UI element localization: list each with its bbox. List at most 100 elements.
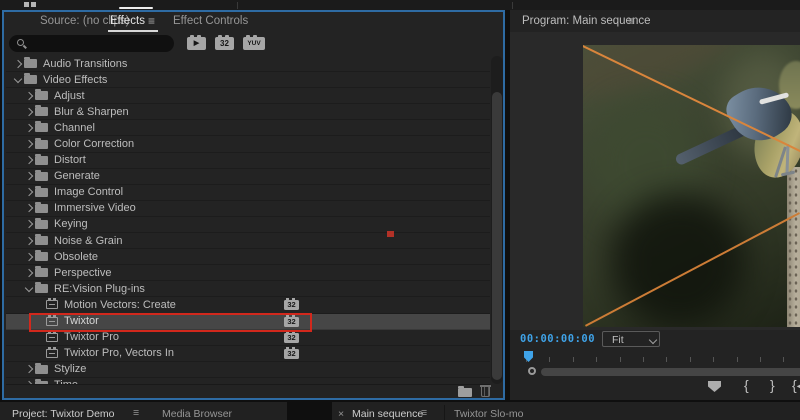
tree-folder-blur-sharpen[interactable]: Blur & Sharpen — [6, 104, 490, 120]
32-bit-color-filter-button[interactable]: 32 — [215, 37, 234, 50]
new-custom-bin-icon[interactable] — [458, 388, 472, 397]
tree-folder-channel[interactable]: Channel — [6, 120, 490, 136]
tree-folder-re-vision-plug-ins[interactable]: RE:Vision Plug-ins — [6, 281, 490, 297]
chevron-right-icon[interactable] — [23, 171, 35, 181]
ruler-tick — [643, 357, 644, 362]
chevron-down-icon[interactable] — [12, 75, 24, 85]
annotation-highlight-box — [29, 313, 312, 332]
time-ruler[interactable] — [510, 350, 800, 364]
tree-folder-perspective[interactable]: Perspective — [6, 265, 490, 281]
tree-folder-audio-transitions[interactable]: Audio Transitions — [6, 56, 490, 72]
tree-folder-obsolete[interactable]: Obsolete — [6, 249, 490, 265]
32-bit-badge-icon: 32 — [284, 333, 299, 343]
tree-effect-twixtor-pro[interactable]: Twixtor Pro32 — [6, 330, 490, 346]
project-panel-header: Project: Twixtor Demo ≡ Media Browser — [0, 402, 287, 420]
tree-folder-distort[interactable]: Distort — [6, 153, 490, 169]
delete-custom-item-icon[interactable] — [481, 387, 490, 397]
accelerated-effects-filter-button[interactable]: ▶ — [187, 37, 206, 50]
tab-media-browser[interactable]: Media Browser — [162, 408, 232, 420]
effect-icon — [46, 349, 58, 358]
panel-menu-icon[interactable]: ≡ — [133, 407, 139, 419]
folder-icon — [35, 365, 48, 374]
chevron-right-icon[interactable] — [23, 139, 35, 149]
workspace-bar — [0, 0, 800, 10]
tab-effects[interactable]: Effects — [110, 15, 145, 27]
chevron-down-icon[interactable] — [23, 284, 35, 294]
zoom-handle-icon[interactable] — [528, 367, 536, 375]
bottom-panel-bar: Project: Twixtor Demo ≡ Media Browser × … — [0, 402, 800, 420]
folder-icon — [35, 236, 48, 245]
tree-folder-video-effects[interactable]: Video Effects — [6, 72, 490, 88]
tree-folder-stylize[interactable]: Stylize — [6, 362, 490, 378]
tree-folder-keying[interactable]: Keying — [6, 217, 490, 233]
tree-effect-twixtor-pro-vectors-in[interactable]: Twixtor Pro, Vectors In 32 — [6, 346, 490, 362]
chevron-right-icon[interactable] — [23, 155, 35, 165]
chevron-right-icon[interactable] — [23, 236, 35, 246]
chevron-right-icon[interactable] — [23, 364, 35, 374]
chevron-right-icon[interactable] — [23, 203, 35, 213]
chevron-right-icon[interactable] — [23, 219, 35, 229]
folder-icon — [35, 268, 48, 277]
zoom-level-dropdown[interactable]: Fit — [602, 331, 660, 347]
tree-folder-immersive-video[interactable]: Immersive Video — [6, 201, 490, 217]
playhead-timecode[interactable]: 00:00:00:00 — [520, 333, 595, 345]
close-icon[interactable]: × — [338, 408, 344, 420]
mark-out-button[interactable]: } — [770, 377, 775, 393]
folder-icon — [35, 107, 48, 116]
video-frame — [583, 45, 800, 327]
yuv-effects-filter-button[interactable]: YUV — [243, 37, 265, 50]
folder-icon — [35, 188, 48, 197]
folder-icon — [35, 220, 48, 229]
workspace-icon — [24, 2, 29, 7]
tab-separator — [444, 405, 445, 420]
ruler-tick — [666, 357, 667, 362]
tree-effect-motion-vectors-create[interactable]: Motion Vectors: Create32 — [6, 297, 490, 313]
tab-main-sequence[interactable]: Main sequence — [352, 408, 423, 420]
folder-icon — [35, 204, 48, 213]
chevron-right-icon[interactable] — [23, 107, 35, 117]
tree-item-label: Twixtor Pro, Vectors In — [64, 347, 174, 359]
chevron-right-icon[interactable] — [23, 123, 35, 133]
folder-icon — [35, 140, 48, 149]
tree-folder-generate[interactable]: Generate — [6, 169, 490, 185]
chevron-right-icon[interactable] — [23, 91, 35, 101]
tree-folder-adjust[interactable]: Adjust — [6, 88, 490, 104]
folder-icon — [24, 75, 37, 84]
chevron-right-icon[interactable] — [12, 59, 24, 69]
tab-twixtor-slomo[interactable]: Twixtor Slo-mo — [454, 408, 523, 420]
zoom-scrollbar[interactable] — [541, 368, 800, 376]
effects-search-input[interactable] — [9, 35, 174, 52]
tree-item-label: Image Control — [54, 186, 123, 198]
scrollbar-thumb[interactable] — [492, 92, 502, 380]
panel-menu-icon[interactable]: ≡ — [421, 407, 427, 419]
tree-item-label: Adjust — [54, 90, 85, 102]
tree-folder-noise-grain[interactable]: Noise & Grain — [6, 233, 490, 249]
tree-folder-image-control[interactable]: Image Control — [6, 185, 490, 201]
32-bit-badge-icon: 32 — [284, 349, 299, 359]
effect-icon — [46, 300, 58, 309]
tab-effect-controls[interactable]: Effect Controls — [173, 15, 248, 27]
tree-item-label: Blur & Sharpen — [54, 106, 129, 118]
chevron-right-icon[interactable] — [23, 187, 35, 197]
panel-menu-icon[interactable]: ≡ — [148, 14, 155, 28]
panel-menu-icon[interactable]: ≡ — [628, 14, 635, 28]
tree-item-label: Motion Vectors: Create — [64, 299, 176, 311]
chevron-right-icon[interactable] — [23, 268, 35, 278]
add-marker-button[interactable] — [708, 381, 721, 392]
effects-panel: Source: (no clips) Effects ≡ Effect Cont… — [2, 10, 505, 400]
blurred-shadow — [611, 193, 746, 327]
mark-in-button[interactable]: { — [744, 377, 749, 393]
active-workspace-underline — [119, 7, 153, 9]
tree-item-label: Video Effects — [43, 74, 107, 86]
folder-icon — [35, 172, 48, 181]
tree-item-label: Keying — [54, 218, 88, 230]
workspace-icon — [31, 2, 36, 7]
premiere-pro-window: Source: (no clips) Effects ≡ Effect Cont… — [0, 0, 800, 420]
tree-folder-color-correction[interactable]: Color Correction — [6, 136, 490, 152]
tree-item-label: RE:Vision Plug-ins — [54, 283, 145, 295]
effects-scrollbar[interactable] — [491, 56, 503, 384]
chevron-right-icon[interactable] — [23, 252, 35, 262]
folder-icon — [35, 123, 48, 132]
go-to-in-button[interactable]: {◂ — [792, 377, 800, 394]
tab-project[interactable]: Project: Twixtor Demo — [12, 408, 115, 420]
